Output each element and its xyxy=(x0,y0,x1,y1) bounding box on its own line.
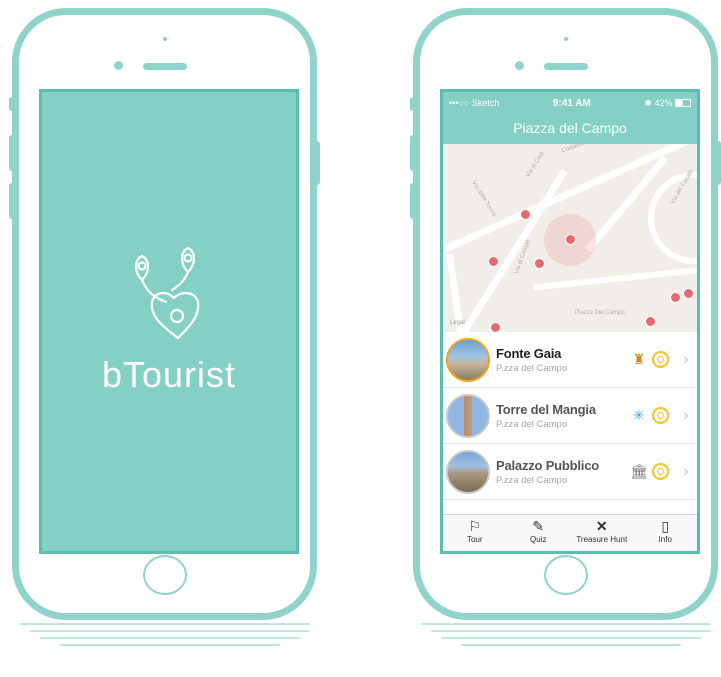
place-thumbnail xyxy=(446,393,490,438)
map-label: Piazza Del Campo xyxy=(575,310,625,316)
tab-info[interactable]: ▯ Info xyxy=(634,515,698,551)
pencil-icon: ✎ xyxy=(532,518,545,534)
cross-icon: ✕ xyxy=(595,518,608,534)
tab-label: Quiz xyxy=(530,535,547,544)
nav-title: Piazza del Campo xyxy=(443,114,697,144)
map-label: Via delle Terme xyxy=(470,179,498,219)
tab-label: Info xyxy=(658,535,672,544)
list-item[interactable]: Fonte Gaia P.zza del Campo ♜ › xyxy=(443,332,697,388)
tab-label: Tour xyxy=(466,535,483,544)
battery-icon xyxy=(674,99,691,108)
phone-sensor xyxy=(162,37,167,41)
map-pin[interactable] xyxy=(670,292,681,303)
phone-power-button xyxy=(313,141,320,185)
place-address: P.zza del Campo xyxy=(496,474,568,486)
map-road xyxy=(533,263,697,291)
status-carrier: •••○○ Sketch xyxy=(449,98,500,108)
coin-icon xyxy=(652,463,669,480)
phone-volume-up xyxy=(410,135,417,171)
map-label: Costarella xyxy=(560,144,589,155)
tab-label: Treasure Hunt xyxy=(576,535,628,544)
phone-shadow-right xyxy=(421,618,711,658)
bluetooth-icon: ✱ xyxy=(644,97,652,108)
map-road xyxy=(648,172,697,264)
coin-icon xyxy=(652,407,669,424)
status-bar: •••○○ Sketch 9:41 AM ✱ 42% xyxy=(443,92,697,114)
phone-frame-left: bTourist xyxy=(9,8,320,620)
splash-screen: bTourist xyxy=(39,89,299,554)
list-item[interactable]: Torre del Mangia P.zza del Campo ✳ › xyxy=(443,388,697,444)
building-icon: 🏛 xyxy=(630,463,648,479)
map-label: Via di Città xyxy=(525,151,546,179)
place-thumbnail xyxy=(446,337,490,382)
splash-brand: bTourist xyxy=(101,354,237,395)
btourist-logo-icon xyxy=(134,246,200,340)
phone-camera xyxy=(515,61,524,70)
battery-percent: 42% xyxy=(654,97,673,108)
phone-power-button xyxy=(714,141,721,185)
list-item[interactable]: Palazzo Pubblico P.zza del Campo 🏛 › xyxy=(443,444,697,500)
place-thumbnail xyxy=(446,449,490,494)
tab-tour[interactable]: ⚐ Tour xyxy=(443,515,507,551)
phone-mute-switch xyxy=(9,97,16,111)
app-screen: •••○○ Sketch 9:41 AM ✱ 42% Piazza del Ca… xyxy=(440,89,700,554)
place-address: P.zza del Campo xyxy=(496,418,568,430)
place-name: Fonte Gaia xyxy=(496,345,562,361)
flag-icon: ⚐ xyxy=(468,518,482,534)
map-pin[interactable] xyxy=(683,288,694,299)
phone-sensor xyxy=(563,37,568,41)
map-pin-current[interactable] xyxy=(565,234,576,245)
phone-speaker xyxy=(142,63,187,70)
place-address: P.zza del Campo xyxy=(496,362,568,374)
phone-volume-down xyxy=(9,183,16,219)
map-legal-link[interactable]: Legal xyxy=(450,320,465,326)
tab-quiz[interactable]: ✎ Quiz xyxy=(507,515,571,551)
map-view[interactable]: Via di Città Via delle Terme Via di Camp… xyxy=(443,144,697,332)
chevron-right-icon: › xyxy=(683,406,689,424)
fountain-icon: ✳ xyxy=(633,407,645,423)
places-list: Fonte Gaia P.zza del Campo ♜ › Torre del… xyxy=(443,332,697,504)
map-pin[interactable] xyxy=(520,209,531,220)
phone-volume-down xyxy=(410,183,417,219)
chevron-right-icon: › xyxy=(683,350,689,368)
phone-frame-right: •••○○ Sketch 9:41 AM ✱ 42% Piazza del Ca… xyxy=(410,8,721,620)
status-time: 9:41 AM xyxy=(552,97,591,109)
phone-shadow-left xyxy=(20,618,310,658)
phone-volume-up xyxy=(9,135,16,171)
place-name: Torre del Mangia xyxy=(496,401,596,417)
map-pin[interactable] xyxy=(645,316,656,327)
home-button[interactable] xyxy=(142,555,187,595)
coin-icon xyxy=(652,351,669,368)
home-button[interactable] xyxy=(543,555,588,595)
map-pin[interactable] xyxy=(534,258,545,269)
phone-camera xyxy=(114,61,123,70)
book-icon: ▯ xyxy=(661,518,670,534)
tab-treasure-hunt[interactable]: ✕ Treasure Hunt xyxy=(570,515,634,551)
map-pin[interactable] xyxy=(490,322,501,332)
chevron-right-icon: › xyxy=(683,462,689,480)
statue-icon: ♜ xyxy=(632,351,646,367)
map-pin[interactable] xyxy=(488,256,499,267)
tab-bar: ⚐ Tour ✎ Quiz ✕ Treasure Hunt ▯ Info xyxy=(443,514,697,551)
phone-mute-switch xyxy=(410,97,417,111)
place-name: Palazzo Pubblico xyxy=(496,457,599,473)
phone-speaker xyxy=(543,63,588,70)
status-battery: ✱ 42% xyxy=(644,98,691,109)
